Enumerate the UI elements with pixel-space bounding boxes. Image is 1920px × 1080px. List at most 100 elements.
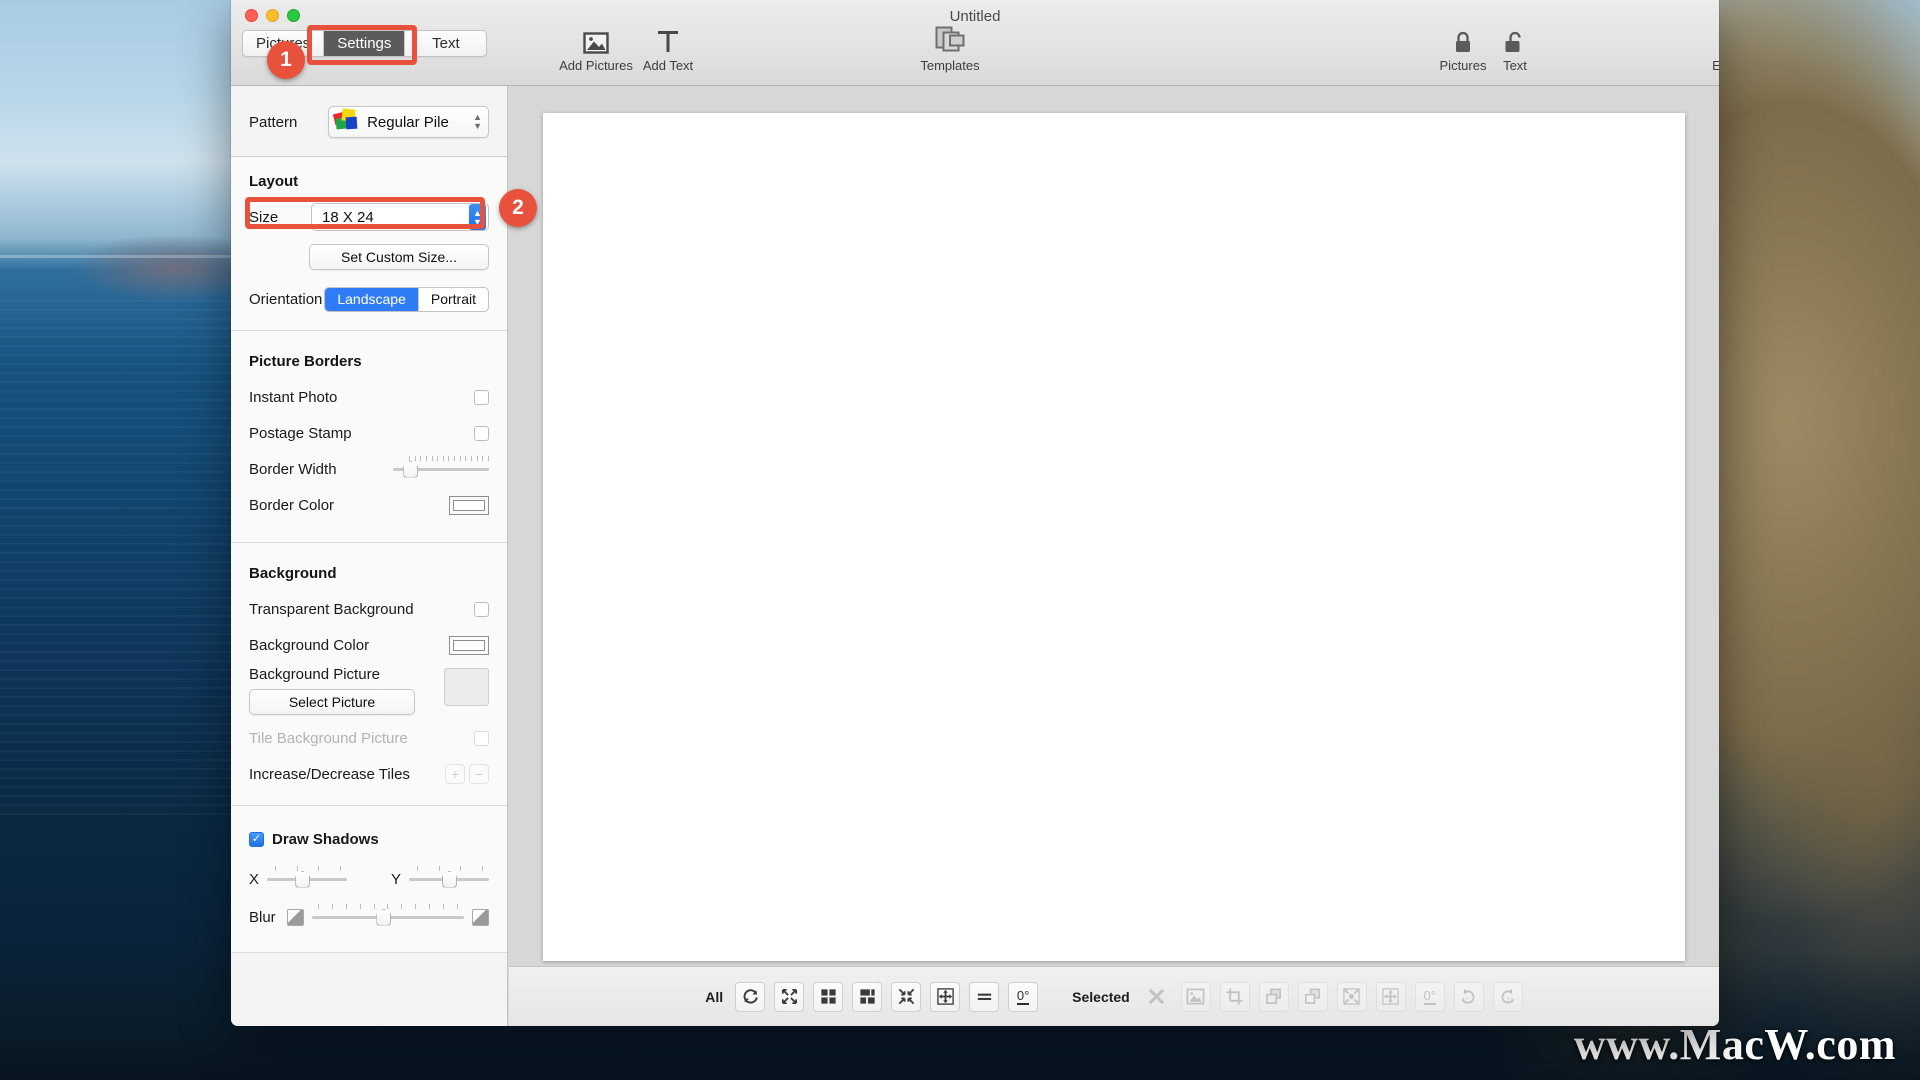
text-t-icon: [655, 24, 681, 54]
toolbar-lock-pictures[interactable]: Pictures: [1435, 24, 1491, 73]
image-icon[interactable]: [1180, 981, 1211, 1012]
watermark: www.MacW.com: [1573, 1020, 1896, 1069]
duplicate-icon[interactable]: [1258, 981, 1289, 1012]
svg-text:1°: 1°: [1462, 996, 1469, 1004]
center-arrows-icon[interactable]: [930, 981, 961, 1012]
blur-min-icon: [287, 908, 304, 926]
equals-icon[interactable]: [969, 981, 1000, 1012]
shadow-y-label: Y: [391, 870, 402, 888]
shadow-blur-slider[interactable]: [312, 904, 464, 927]
set-custom-size-button[interactable]: Set Custom Size...: [309, 244, 489, 270]
shadow-x-knob[interactable]: [295, 870, 311, 888]
annotation-badge-1: 1: [267, 41, 305, 79]
toolbar-lock-text[interactable]: Text: [1487, 24, 1543, 73]
orientation-portrait[interactable]: Portrait: [419, 288, 488, 311]
templates-icon: [934, 24, 966, 54]
shrink-arrows-icon[interactable]: [1336, 981, 1367, 1012]
rotate-cw-icon[interactable]: 1°: [1453, 981, 1484, 1012]
postage-stamp-label: Postage Stamp: [249, 424, 352, 442]
highlight-size-popup: [245, 197, 485, 229]
draw-shadows-checkbox[interactable]: ✓: [249, 831, 264, 847]
layer-front-icon[interactable]: [1297, 981, 1328, 1012]
toolbar-label: Templates: [920, 58, 980, 73]
shadow-x-label: X: [249, 870, 260, 888]
delete-x-icon[interactable]: [1142, 982, 1172, 1012]
toolbar-add-pictures[interactable]: Add Pictures: [559, 24, 633, 73]
toolbar-add-text[interactable]: Add Text: [631, 24, 705, 73]
grid-four-icon[interactable]: [813, 981, 844, 1012]
image-icon: [583, 24, 609, 54]
toolbar-label: Text: [1503, 58, 1527, 73]
rotate-ccw-icon[interactable]: 1°: [1492, 981, 1523, 1012]
lock-open-icon: [1504, 24, 1526, 54]
zero-degrees-icon[interactable]: 0°: [1414, 981, 1445, 1012]
collage-page[interactable]: [542, 113, 1685, 961]
selected-tools-group: Selected 0° 1° 1°: [1072, 981, 1523, 1012]
expand-arrows-icon[interactable]: [774, 981, 805, 1012]
crop-icon[interactable]: [1219, 981, 1250, 1012]
border-width-knob[interactable]: [403, 460, 419, 478]
layout-title: Layout: [249, 173, 299, 190]
window-titlebar: Untitled Pictures Settings Text Add Pict…: [231, 0, 1719, 86]
orientation-label: Orientation: [249, 290, 323, 308]
toolbar-label: Add Pictures: [559, 58, 633, 73]
toolbar-export-image-file[interactable]: Export Image File: [1709, 24, 1719, 73]
increase-tiles-button[interactable]: +: [445, 764, 465, 784]
chevron-updown-icon: ▲ ▼: [473, 112, 482, 131]
zero-degrees-label: 0°: [1016, 987, 1030, 1005]
orientation-segmented-control[interactable]: Landscape Portrait: [324, 286, 489, 312]
window-title: Untitled: [949, 8, 1001, 25]
background-picture-well[interactable]: [444, 668, 489, 706]
bottom-toolbar: All 0° Selected 0° 1° 1°: [509, 966, 1719, 1026]
zero-degrees-icon[interactable]: 0°: [1008, 981, 1039, 1012]
toolbar-label: Export Image File: [1712, 58, 1719, 73]
canvas-area[interactable]: [508, 86, 1719, 1026]
shadow-blur-knob[interactable]: [376, 908, 392, 926]
shadow-y-slider[interactable]: [409, 866, 489, 889]
rotate-refresh-icon[interactable]: [735, 981, 766, 1012]
pattern-label: Pattern: [249, 113, 298, 131]
border-width-label: Border Width: [249, 460, 337, 478]
toolbar-label: Add Text: [642, 58, 694, 73]
transparent-background-checkbox[interactable]: [474, 601, 489, 617]
highlight-settings-tab: [307, 25, 417, 65]
picture-borders-title: Picture Borders: [249, 353, 362, 370]
selected-label: Selected: [1072, 988, 1130, 1005]
border-width-slider[interactable]: [393, 456, 489, 479]
border-color-well[interactable]: [449, 495, 489, 515]
draw-shadows-panel: ✓ Draw Shadows X Y Blur: [231, 806, 507, 953]
toolbar-templates[interactable]: Templates: [913, 24, 987, 73]
orientation-landscape[interactable]: Landscape: [325, 287, 419, 311]
tab-text[interactable]: Text: [405, 31, 487, 56]
center-arrows-icon[interactable]: [1375, 981, 1406, 1012]
picture-borders-panel: Picture Borders Instant Photo Postage St…: [231, 331, 507, 543]
pattern-popup-button[interactable]: Regular Pile ▲ ▼: [328, 106, 489, 138]
desktop-background: www.MacW.com Untitled Pictures Settings …: [0, 0, 1920, 1080]
shrink-arrows-icon[interactable]: [891, 981, 922, 1012]
instant-photo-checkbox[interactable]: [474, 389, 489, 405]
pattern-panel: Pattern Regular Pile ▲ ▼: [231, 86, 507, 157]
layout-panel: Layout Size 18 X 24 ▲ ▼ Set Custom Size..…: [231, 157, 507, 331]
annotation-badge-2: 2: [499, 189, 537, 227]
zero-degrees-label: 0°: [1423, 987, 1436, 1005]
tile-background-checkbox[interactable]: [474, 730, 489, 746]
tile-background-label: Tile Background Picture: [249, 729, 408, 747]
background-picture-label: Background Picture: [249, 666, 380, 683]
tiles-stepper[interactable]: + −: [445, 764, 489, 784]
tiles-label: Increase/Decrease Tiles: [249, 765, 410, 783]
all-label: All: [705, 988, 724, 1005]
select-picture-button[interactable]: Select Picture: [249, 689, 415, 715]
border-color-label: Border Color: [249, 496, 335, 514]
postage-stamp-checkbox[interactable]: [474, 425, 489, 441]
decrease-tiles-button[interactable]: −: [469, 764, 489, 784]
shadow-x-slider[interactable]: [267, 866, 347, 889]
transparent-background-label: Transparent Background: [249, 600, 414, 618]
svg-text:1°: 1°: [1507, 996, 1514, 1004]
grid-mixed-icon[interactable]: [852, 981, 883, 1012]
background-panel: Background Transparent Background Backgr…: [231, 543, 507, 806]
background-color-label: Background Color: [249, 636, 370, 654]
background-color-well[interactable]: [449, 635, 489, 655]
shadow-y-knob[interactable]: [442, 870, 457, 888]
app-window: Untitled Pictures Settings Text Add Pict…: [231, 0, 1719, 1026]
sidebar-filler: [231, 953, 507, 1026]
